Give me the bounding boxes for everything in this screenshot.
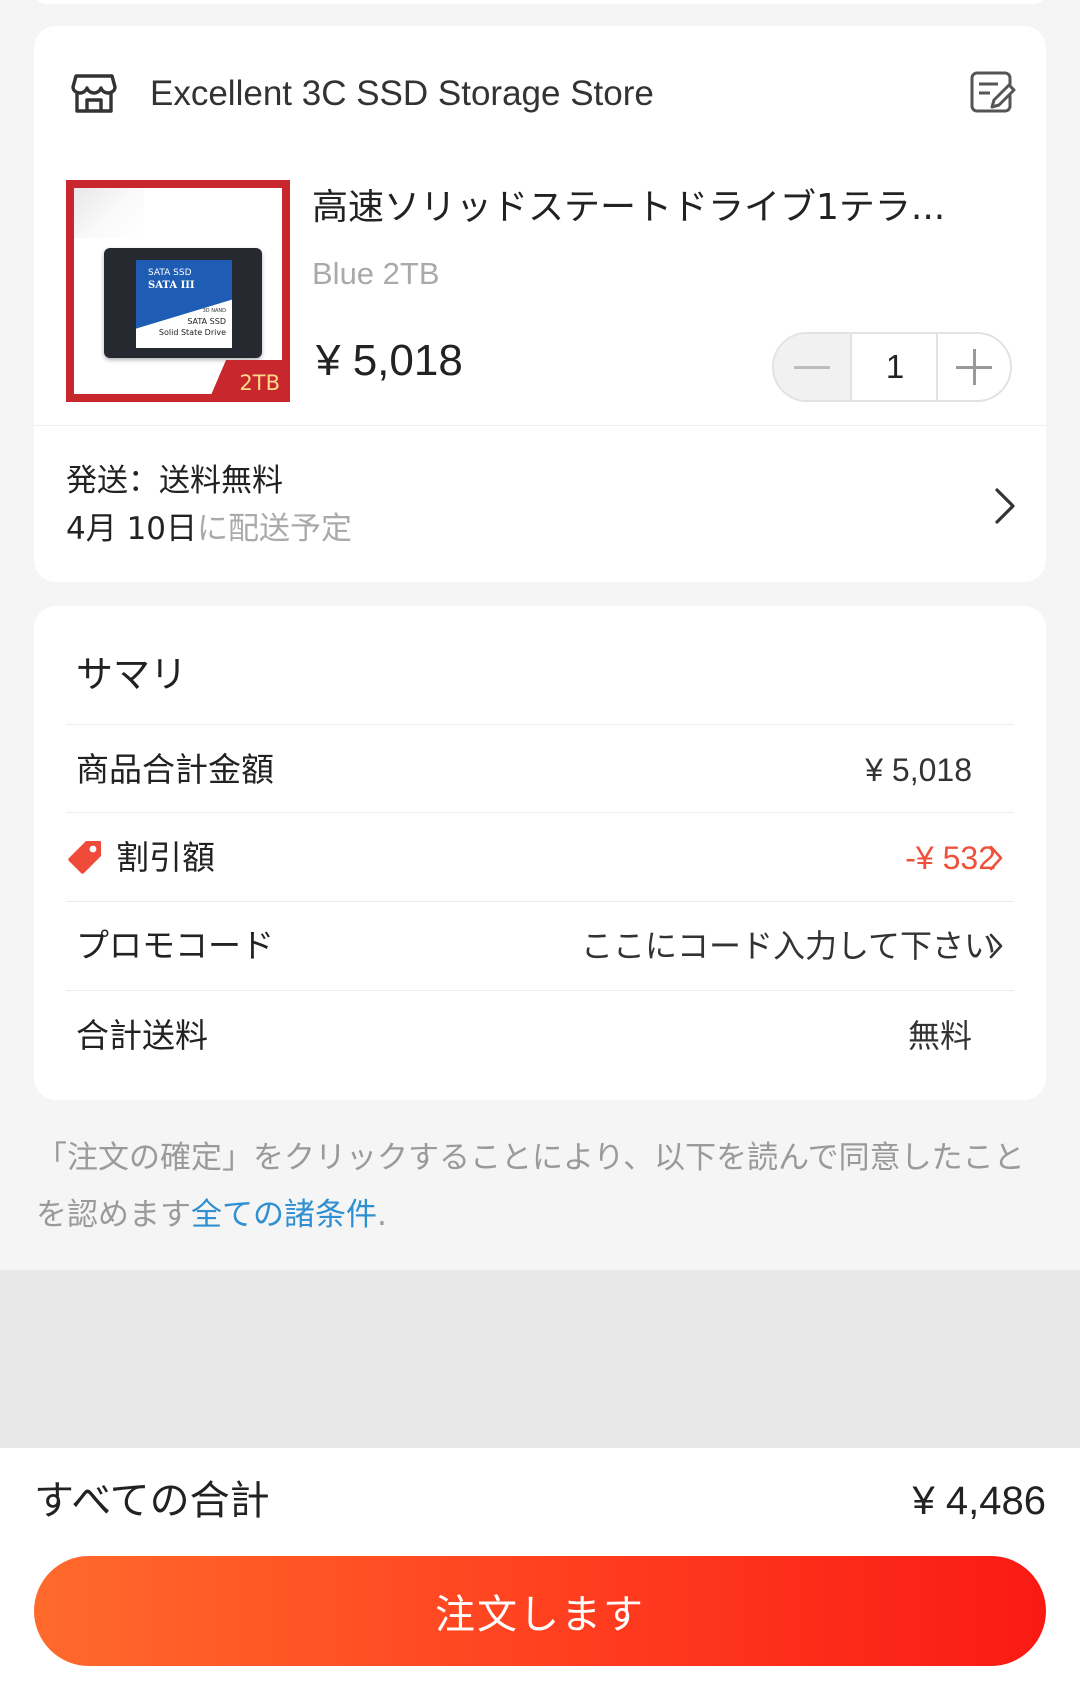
product-variant: Blue 2TB [312,256,440,291]
subtotal-value: ¥ 5,018 [865,752,972,788]
plus-icon-vertical [972,349,976,385]
edit-note-icon[interactable] [968,68,1016,116]
chevron-right-icon[interactable] [986,841,1006,875]
grand-total-label: すべての合計 [34,1478,270,1524]
shipping-eta[interactable]: 4月 10日に配送予定 [66,508,352,550]
promo-code-input[interactable]: ここにコード入力して下さい [581,924,996,968]
grand-total-value: ¥ 4,486 [912,1479,1046,1523]
subtotal-label: 商品合計金額 [76,750,274,789]
discount-tag-icon [66,838,104,876]
product-title[interactable]: 高速ソリッドステートドライブ1テラ... [312,186,992,230]
shipping-eta-suffix: に配送予定 [197,511,353,547]
terms-link[interactable]: 全ての諸条件 [191,1197,377,1233]
summary-title: サマリ [76,653,187,696]
terms-notice: 「注文の確定」をクリックすることにより、以下を読んで同意したことを認めます全ての… [36,1130,1046,1244]
increase-quantity-button[interactable] [936,334,1010,400]
ssd-label: SATA SSD SATA III 3D NAND SATA SSD Solid… [136,260,232,348]
ssd-drive-illustration: SATA SSD SATA III 3D NAND SATA SSD Solid… [104,248,262,358]
summary-divider [66,990,1014,991]
promo-code-label[interactable]: プロモコード [76,924,274,968]
shipping-total-label: 合計送料 [76,1016,208,1055]
ssd-label-line4: SATA SSD [187,317,226,326]
shipping-date: 4月 10日 [66,511,198,547]
chevron-right-icon[interactable] [990,484,1020,528]
summary-divider [66,812,1014,813]
quantity-stepper: 1 [772,332,1012,402]
discount-label[interactable]: 割引額 [116,836,215,880]
quantity-value[interactable]: 1 [852,334,938,400]
product-image[interactable]: SATA SSD SATA III 3D NAND SATA SSD Solid… [66,180,290,402]
card-divider [34,425,1046,426]
ssd-label-line5: Solid State Drive [158,328,226,337]
discount-value[interactable]: -¥ 532 [905,836,996,880]
ssd-label-line1: SATA SSD [148,268,192,278]
terms-text: 「注文の確定」をクリックすることにより、以下を読んで同意したことを認めます [36,1140,1025,1233]
ssd-label-line2: SATA III [148,280,195,291]
previous-card-edge [34,0,1046,4]
page-curl-decoration [74,188,144,238]
decrease-quantity-button[interactable] [774,334,852,400]
product-price: ¥ 5,018 [316,336,463,385]
minus-icon [794,365,830,369]
spacer-band [0,1270,1080,1448]
shipping-total-value: 無料 [907,1017,972,1055]
store-icon[interactable] [70,68,118,116]
store-name[interactable]: Excellent 3C SSD Storage Store [150,70,654,118]
terms-period: . [377,1197,387,1233]
shipping-method[interactable]: 発送：送料無料 [66,460,283,502]
capacity-badge-text: 2TB [239,371,280,395]
place-order-button[interactable]: 注文します [34,1556,1046,1666]
ssd-label-line3: 3D NAND [202,308,226,314]
summary-divider [66,901,1014,902]
chevron-right-icon[interactable] [986,929,1006,963]
summary-divider [66,724,1014,725]
